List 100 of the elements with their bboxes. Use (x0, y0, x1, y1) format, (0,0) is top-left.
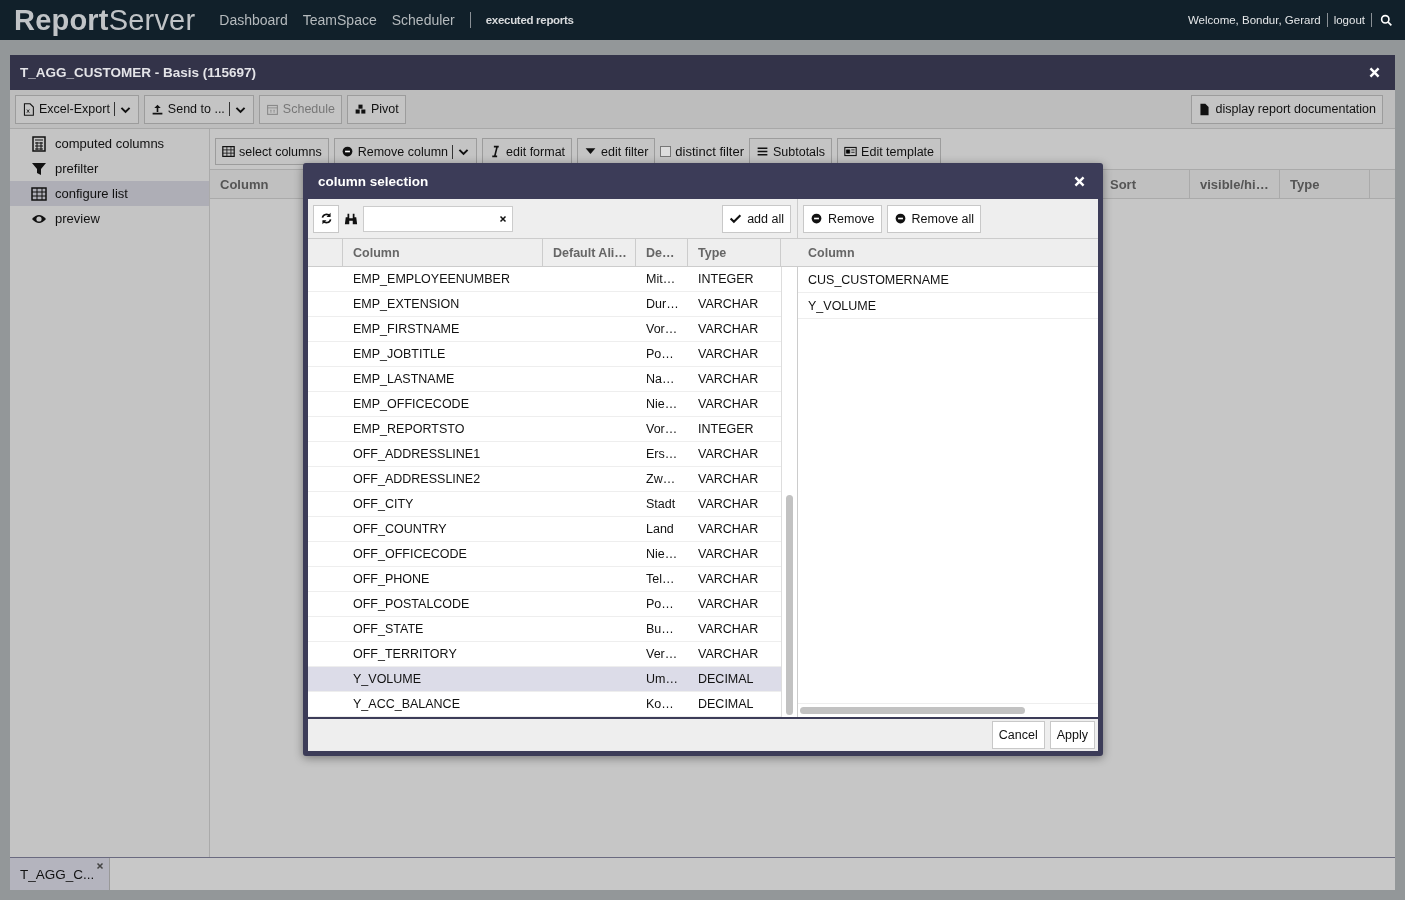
table-cell-text: EMP_JOBTITLE (352, 347, 447, 361)
table-cell-text: VARCHAR (697, 547, 760, 561)
remove-button[interactable]: Remove (803, 204, 882, 233)
table-cell-text: Y_VOLUME (352, 672, 423, 686)
minus-circle-icon (810, 212, 823, 225)
toolbar-button[interactable]: edit format (482, 138, 573, 165)
excel-file-icon (22, 102, 35, 116)
check-icon (729, 212, 743, 225)
sidebar-item[interactable]: computed columns (10, 131, 209, 156)
column-header: Column (807, 244, 856, 262)
table-cell-text: OFF_TERRITORY (352, 647, 458, 661)
dialog-button[interactable]: Cancel (991, 721, 1045, 749)
nav-link[interactable]: TeamSpace (302, 12, 377, 28)
documentation-button[interactable]: display report documentation (1191, 94, 1383, 124)
table-icon (31, 185, 47, 202)
table-cell-text: OFF_ADDRESSLINE2 (352, 472, 482, 486)
table-cell-text: VARCHAR (697, 447, 760, 461)
table-row[interactable]: OFF_ADDRESSLINE1 Ers… VARCHAR (308, 442, 781, 467)
toolbar-button[interactable]: Edit template (837, 138, 942, 165)
toolbar-button[interactable]: Send to ... (143, 94, 254, 124)
table-row[interactable]: OFF_CITY Stadt VARCHAR (308, 492, 781, 517)
remove-all-button[interactable]: Remove all (886, 204, 982, 233)
add-all-button[interactable]: add all (722, 204, 791, 233)
toolbar-button[interactable]: select columns (215, 138, 329, 165)
table-row[interactable]: EMP_REPORTSTO Vor… INTEGER (308, 417, 781, 442)
lines-icon (755, 145, 769, 158)
table-cell-text: VARCHAR (697, 322, 760, 336)
table-icon (222, 145, 235, 158)
logout-link[interactable]: logout (1333, 14, 1365, 26)
table-cell-text: Na… (645, 372, 676, 386)
table-cell-text: DECIMAL (697, 672, 755, 686)
table-cell-text: OFF_POSTALCODE (352, 597, 471, 611)
table-cell-text: OFF_CITY (352, 497, 415, 511)
table-cell-text: VARCHAR (697, 297, 760, 311)
table-cell-text: EMP_LASTNAME (352, 372, 456, 386)
table-row[interactable]: EMP_OFFICECODE Nie… VARCHAR (308, 392, 781, 417)
minus-circle-icon (893, 212, 907, 225)
table-cell-text: Vor… (645, 322, 679, 336)
table-cell-text: EMP_REPORTSTO (352, 422, 466, 436)
table-cell-text: VARCHAR (697, 397, 760, 411)
table-row[interactable]: EMP_EMPLOYEENUMBER Mit… INTEGER (308, 267, 781, 292)
search-icon (1380, 13, 1393, 27)
upload-icon (150, 102, 164, 116)
table-row[interactable]: Y_VOLUME Um… DECIMAL (308, 667, 781, 692)
nav-link[interactable]: Dashboard (219, 12, 288, 28)
table-cell-text: Vor… (645, 422, 679, 436)
nav-link[interactable]: Scheduler (391, 12, 455, 28)
table-cell-text: OFF_ADDRESSLINE1 (352, 447, 482, 461)
table-cell-text: Po… (645, 597, 675, 611)
executed-reports-link[interactable]: executed reports (485, 14, 574, 26)
table-row[interactable]: OFF_ADDRESSLINE2 Zw… VARCHAR (308, 467, 781, 492)
document-icon (1198, 102, 1212, 116)
search-field[interactable] (363, 205, 513, 232)
table-row[interactable]: OFF_COUNTRY Land VARCHAR (308, 517, 781, 542)
table-row[interactable]: EMP_LASTNAME Na… VARCHAR (308, 367, 781, 392)
table-cell-text: Ko… (645, 697, 675, 711)
table-cell-text: Land (645, 522, 675, 536)
table-cell-text: Stadt (645, 497, 677, 511)
welcome-text: Welcome, Bondur, Gerard (1187, 14, 1321, 26)
table-cell-text: Nie… (645, 547, 679, 561)
table-cell-text: EMP_OFFICECODE (352, 397, 470, 411)
sidebar-item[interactable]: configure list (10, 181, 209, 206)
table-cell-text: OFF_PHONE (352, 572, 431, 586)
table-cell: CUS_CUSTOMERNAME (798, 267, 1098, 293)
refresh-button[interactable] (313, 204, 339, 233)
table-cell-text: VARCHAR (697, 622, 760, 636)
sidebar-item[interactable]: preview (10, 206, 209, 231)
italic-icon (489, 145, 502, 158)
table-row[interactable]: EMP_FIRSTNAME Vor… VARCHAR (308, 317, 781, 342)
table-row[interactable]: OFF_POSTALCODE Po… VARCHAR (308, 592, 781, 617)
table-cell-text: INTEGER (697, 422, 755, 436)
table-cell-text: Ver… (645, 647, 679, 661)
toolbar-button[interactable]: Subtotals (748, 138, 833, 165)
dialog-title: column selection (318, 173, 429, 189)
dialog-button[interactable]: Apply (1049, 721, 1095, 749)
refresh-icon (319, 212, 333, 225)
report-tab[interactable]: T_AGG_C... (10, 858, 110, 890)
table-cell-text: Mit… (645, 272, 677, 286)
table-row[interactable]: EMP_JOBTITLE Po… VARCHAR (308, 342, 781, 367)
table-cell-text: VARCHAR (697, 372, 760, 386)
app-logo: ReportServer (14, 3, 196, 37)
table-cell: Y_VOLUME (798, 293, 1098, 319)
toolbar-button[interactable]: Pivot (346, 94, 406, 124)
sidebar-item[interactable]: prefilter (10, 156, 209, 181)
minus-circle-icon (340, 145, 354, 158)
table-cell-text: Zw… (645, 472, 677, 486)
distinct-filter-checkbox[interactable]: distinct filter (660, 138, 744, 165)
toolbar-button[interactable]: Remove column (333, 138, 477, 165)
table-cell-text: OFF_COUNTRY (352, 522, 448, 536)
table-row[interactable]: OFF_STATE Bu… VARCHAR (308, 617, 781, 642)
close-icon (1073, 174, 1086, 188)
table-cell-text: VARCHAR (697, 347, 760, 361)
toolbar-button[interactable]: edit filter (577, 138, 656, 165)
table-cell-text: VARCHAR (697, 522, 760, 536)
table-row[interactable]: OFF_PHONE Tel… VARCHAR (308, 567, 781, 592)
calculator-icon (31, 135, 47, 152)
table-row[interactable]: OFF_OFFICECODE Nie… VARCHAR (308, 542, 781, 567)
table-row[interactable]: EMP_EXTENSION Dur… VARCHAR (308, 292, 781, 317)
toolbar-button[interactable]: Excel-Export (15, 94, 139, 124)
table-cell-text: VARCHAR (697, 597, 760, 611)
